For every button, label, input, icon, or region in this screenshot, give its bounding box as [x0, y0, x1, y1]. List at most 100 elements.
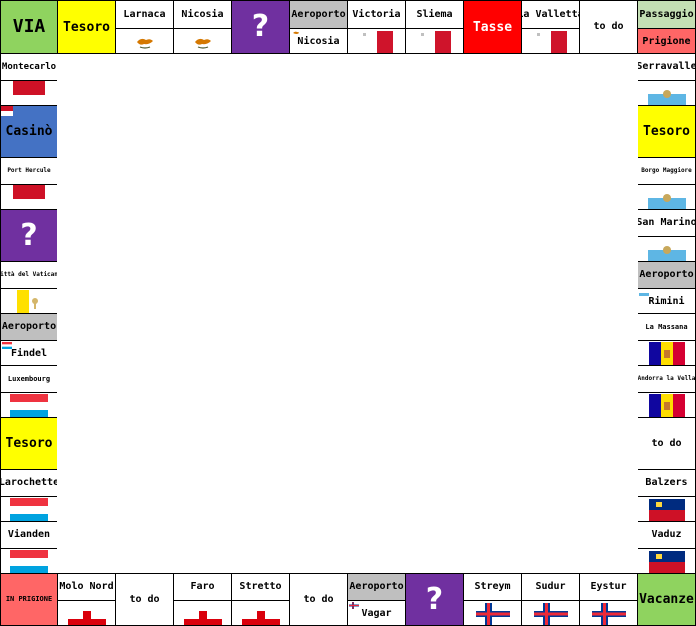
- label-borgomaggiore: Borgo Maggiore: [638, 158, 695, 185]
- property-serravalle[interactable]: Serravalle: [637, 53, 696, 106]
- property-portercole[interactable]: Port Hercule: [0, 157, 58, 210]
- flag-luxembourg-icon: [1, 393, 57, 417]
- property-sliema[interactable]: Sliema: [405, 0, 464, 54]
- airport-nicosia[interactable]: Aeroporto Nicosia: [289, 0, 348, 54]
- flag-andorra-icon: [638, 393, 695, 417]
- flag-malta-icon: [522, 29, 579, 53]
- flag-monaco-icon: [1, 185, 57, 209]
- chance-left[interactable]: ?: [0, 209, 58, 262]
- label-stretto: Stretto: [232, 574, 289, 601]
- flag-faroe-icon: [464, 601, 521, 625]
- property-lamassana[interactable]: La Massana: [637, 313, 696, 366]
- label-larnaca: Larnaca: [116, 1, 173, 29]
- property-molonord[interactable]: Molo Nord: [57, 573, 116, 626]
- property-vianden[interactable]: Vianden: [0, 521, 58, 574]
- tax-top[interactable]: Tasse: [463, 0, 522, 54]
- casino-left[interactable]: Casinò: [0, 105, 58, 158]
- corner-prigione[interactable]: IN PRIGIONE: [0, 573, 58, 626]
- label-andorra: Andorra la Vella: [638, 366, 695, 393]
- property-larnaca[interactable]: Larnaca: [115, 0, 174, 54]
- flag-faroe-mini-icon: [349, 602, 359, 609]
- label-streymoy: Streym: [464, 574, 521, 601]
- label-cittavaticano: Città del Vaticano: [1, 262, 57, 289]
- corner-via[interactable]: VIA: [0, 0, 58, 54]
- flag-gibraltar-icon: [232, 601, 289, 625]
- property-sanmarino[interactable]: San Marino: [637, 209, 696, 262]
- label-sliema: Sliema: [406, 1, 463, 29]
- property-faro[interactable]: Faro: [173, 573, 232, 626]
- property-vaduz[interactable]: Vaduz: [637, 521, 696, 574]
- tesoro-left[interactable]: Tesoro: [0, 417, 58, 470]
- property-andorra[interactable]: Andorra la Vella: [637, 365, 696, 418]
- label-serravalle: Serravalle: [638, 54, 695, 81]
- property-streymoy[interactable]: Streym: [463, 573, 522, 626]
- flag-gibraltar-icon: [174, 601, 231, 625]
- airport-findel[interactable]: Aeroporto Findel: [0, 313, 58, 366]
- todo-right[interactable]: to do: [637, 417, 696, 470]
- flag-cyprus-icon: [174, 29, 231, 53]
- flag-andorra-icon: [638, 341, 695, 365]
- label-aeroporto: Aeroporto: [638, 262, 695, 289]
- flag-luxembourg-mini-icon: [2, 342, 12, 349]
- label-vaduz: Vaduz: [638, 522, 695, 549]
- property-stretto[interactable]: Stretto: [231, 573, 290, 626]
- property-nicosia[interactable]: Nicosia: [173, 0, 232, 54]
- label-eystur: Eystur: [580, 574, 637, 601]
- property-cittavaticano[interactable]: Città del Vaticano: [0, 261, 58, 314]
- board-center: [57, 54, 638, 573]
- label-lamassana: La Massana: [638, 314, 695, 341]
- property-sudur[interactable]: Sudur: [521, 573, 580, 626]
- todo-bottom-2[interactable]: to do: [289, 573, 348, 626]
- property-larochette[interactable]: Larochette: [0, 469, 58, 522]
- todo-top[interactable]: to do: [579, 0, 638, 54]
- tesoro-right[interactable]: Tesoro: [637, 105, 696, 158]
- flag-monaco-icon: [1, 81, 57, 105]
- flag-faroe-icon: [580, 601, 637, 625]
- airport-rimini[interactable]: Aeroporto Rimini: [637, 261, 696, 314]
- property-victoria[interactable]: Victoria: [347, 0, 406, 54]
- todo-bottom-1[interactable]: to do: [115, 573, 174, 626]
- tesoro-top[interactable]: Tesoro: [57, 0, 116, 54]
- chance-top[interactable]: ?: [231, 0, 290, 54]
- label-sanmarino: San Marino: [638, 210, 695, 237]
- label-balzers: Balzers: [638, 470, 695, 497]
- flag-monaco-mini-icon: [1, 106, 13, 116]
- label-montecarlo: Montecarlo: [1, 54, 57, 81]
- property-lavalletta[interactable]: La Valletta: [521, 0, 580, 54]
- flag-malta-icon: [406, 29, 463, 53]
- flag-cyprus-icon: [116, 29, 173, 53]
- label-portercole: Port Hercule: [1, 158, 57, 185]
- label-passaggio: Passaggio: [638, 1, 695, 29]
- flag-liechtenstein-icon: [638, 497, 695, 521]
- property-balzers[interactable]: Balzers: [637, 469, 696, 522]
- flag-luxembourg-icon: [1, 549, 57, 573]
- property-borgomaggiore[interactable]: Borgo Maggiore: [637, 157, 696, 210]
- label-sudur: Sudur: [522, 574, 579, 601]
- chance-bottom[interactable]: ?: [405, 573, 464, 626]
- property-luxembourg[interactable]: Luxembourg: [0, 365, 58, 418]
- label-faro: Faro: [174, 574, 231, 601]
- airport-vagar[interactable]: Aeroporto Vagar: [347, 573, 406, 626]
- label-larochette: Larochette: [1, 470, 57, 497]
- corner-vacanze[interactable]: Vacanze: [637, 573, 696, 626]
- flag-sanmarino-icon: [638, 81, 695, 105]
- label-prigione: Prigione: [638, 29, 695, 53]
- flag-gibraltar-icon: [58, 601, 115, 625]
- label-molonord: Molo Nord: [58, 574, 115, 601]
- flag-sanmarino-mini-icon: [639, 290, 649, 296]
- label-victoria: Victoria: [348, 1, 405, 29]
- flag-faroe-icon: [522, 601, 579, 625]
- property-montecarlo[interactable]: Montecarlo: [0, 53, 58, 106]
- flag-sanmarino-icon: [638, 185, 695, 209]
- flag-malta-icon: [348, 29, 405, 53]
- corner-passaggio[interactable]: Passaggio Prigione: [637, 0, 696, 54]
- label-aeroporto: Aeroporto: [1, 314, 57, 341]
- label-luxembourg: Luxembourg: [1, 366, 57, 393]
- flag-luxembourg-icon: [1, 497, 57, 521]
- flag-sanmarino-icon: [638, 237, 695, 261]
- property-eystur[interactable]: Eystur: [579, 573, 638, 626]
- flag-vatican-icon: [1, 289, 57, 313]
- flag-cyprus-mini-icon: [293, 31, 299, 34]
- label-aeroporto: Aeroporto: [348, 574, 405, 601]
- label-aeroporto: Aeroporto: [290, 1, 347, 29]
